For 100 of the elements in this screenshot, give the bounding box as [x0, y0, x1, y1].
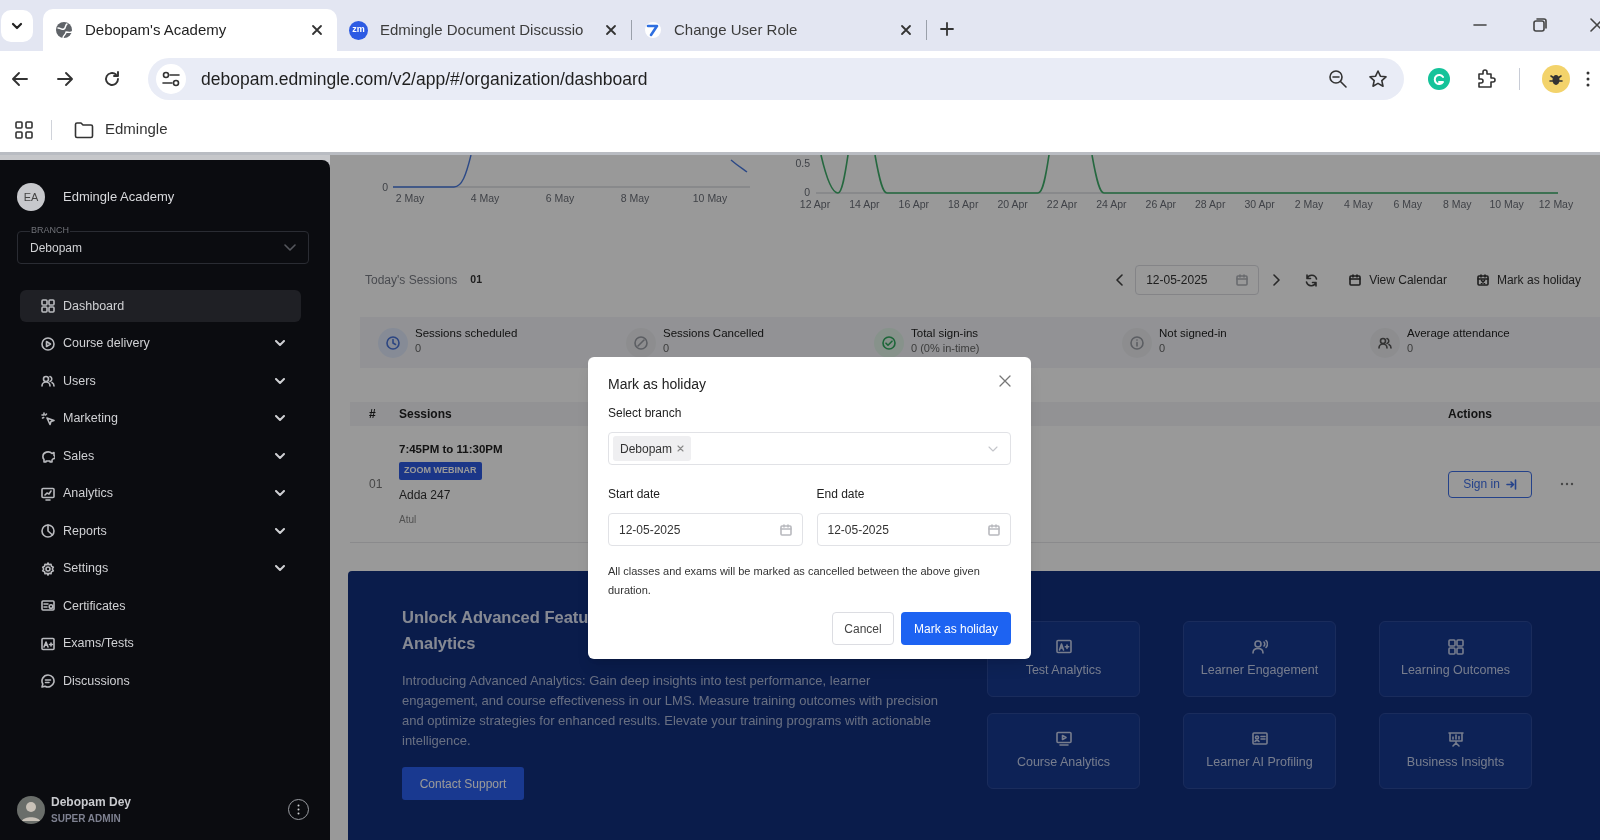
zoom-icon[interactable]: [1328, 69, 1348, 89]
nav-item[interactable]: Analytics: [20, 477, 301, 510]
url-text: debopam.edmingle.com/v2/app/#/organization/dashboard: [201, 67, 649, 91]
banner-description: Introducing Advanced Analytics: Gain deep insights into test performance, learner engagement, and course effectiveness in our LMS. Measure training outcomes with precision and optimize strategies for enhanced results. Elevate your training programs with actionable intelligence.: [402, 672, 939, 750]
apps-grid-icon[interactable]: [15, 120, 33, 139]
field-label: End date: [816, 486, 866, 503]
section-title: Today's Sessions: [365, 272, 458, 289]
browser-tab[interactable]: zm Edmingle Document Discussio: [337, 9, 631, 51]
folder-icon: [74, 120, 94, 139]
date-field[interactable]: 12-05-2025: [816, 513, 1011, 546]
tab-list-button[interactable]: [1, 10, 33, 42]
nav-item[interactable]: Sales: [20, 440, 301, 472]
chevron-left-icon: [1115, 274, 1124, 286]
toolbar-link[interactable]: Mark as holiday: [1476, 271, 1581, 289]
nav-item[interactable]: Exams/Tests: [20, 627, 301, 660]
contact-support-button[interactable]: Contact Support: [402, 767, 524, 800]
restore-button[interactable]: [1530, 17, 1550, 33]
stat-value: 0: [1407, 341, 1415, 355]
feature-card[interactable]: Course Analytics: [987, 713, 1140, 789]
stat-value: 0 (0% in-time): [911, 341, 980, 355]
kebab-icon[interactable]: [1585, 70, 1591, 88]
arrow-left-icon: [11, 70, 29, 88]
close-icon: [999, 374, 1011, 387]
nav-item[interactable]: Certificates: [20, 590, 301, 622]
address-bar[interactable]: debopam.edmingle.com/v2/app/#/organization/dashboard: [148, 58, 1404, 100]
axis-label: 0: [382, 181, 388, 193]
chevron-down-icon: [275, 340, 285, 347]
video-screen-icon: [1055, 730, 1072, 747]
tab-favicon: zm: [349, 20, 368, 40]
g-icon: [1433, 73, 1445, 85]
clock-icon: [386, 335, 400, 350]
stat-label: Average attendance: [1407, 326, 1510, 340]
tab-title: Change User Role: [674, 19, 799, 40]
nav-item[interactable]: Users: [20, 365, 301, 397]
toolbar-link[interactable]: View Calendar: [1349, 271, 1447, 289]
users-icon: [1378, 335, 1392, 350]
axis-label: 28 Apr: [1195, 198, 1226, 210]
confirm-button[interactable]: Mark as holiday: [901, 612, 1011, 645]
refresh-button[interactable]: [1303, 272, 1320, 288]
cancel-button[interactable]: Cancel: [832, 612, 894, 645]
cancel-circle-icon: [634, 335, 648, 350]
feature-card[interactable]: Learner Engagement: [1183, 621, 1336, 697]
axis-label: 2 May: [1294, 198, 1324, 210]
close-icon: [900, 24, 912, 36]
nav-item[interactable]: Course delivery: [20, 327, 301, 360]
modal-title: Mark as holiday: [608, 375, 707, 394]
calendar-cross-icon: [1476, 274, 1489, 286]
check-circle-icon: [882, 335, 896, 350]
tab-title: Debopam's Academy: [85, 19, 228, 40]
calendar-icon: [1236, 274, 1249, 286]
stat-label: Sessions Cancelled: [663, 326, 764, 340]
axis-label: 2 May: [395, 192, 425, 204]
nav-item[interactable]: Reports: [20, 515, 301, 547]
field-label: Select branch: [608, 405, 683, 422]
column-header: Actions: [1448, 406, 1492, 423]
stat-value: 0: [415, 341, 423, 355]
minimize-icon: [1473, 24, 1487, 26]
star-icon[interactable]: [1368, 69, 1388, 89]
bookmark-folder[interactable]: Edmingle: [74, 118, 168, 141]
column-header: #: [369, 406, 376, 423]
remove-icon[interactable]: [677, 445, 685, 452]
axis-label: 8 May: [1442, 198, 1472, 210]
feature-card[interactable]: Learning Outcomes: [1379, 621, 1532, 697]
branch-chip: Debopam: [613, 436, 692, 461]
piggy-bank-icon: [41, 449, 55, 463]
org-name: Edmingle Academy: [63, 188, 175, 207]
site-info-button[interactable]: [156, 64, 186, 94]
play-circle-icon: [41, 336, 55, 351]
more-horizontal-icon[interactable]: [1560, 482, 1574, 486]
field-label: Start date: [608, 486, 662, 503]
chevron-down-icon: [275, 527, 285, 535]
cursor-click-icon: [41, 411, 55, 426]
feature-card[interactable]: Business Insights: [1379, 713, 1532, 789]
date-field[interactable]: 12-05-2025: [608, 513, 803, 546]
stat-label: Sessions scheduled: [415, 326, 518, 340]
user-role: SUPER ADMIN: [51, 812, 122, 826]
browser-tab[interactable]: Change User Role: [632, 9, 926, 51]
close-icon: [1590, 18, 1600, 32]
presentation-chart-icon: [1447, 730, 1464, 747]
profile-avatar[interactable]: [1542, 65, 1570, 93]
puzzle-icon[interactable]: [1475, 68, 1497, 90]
calendar-icon: [779, 523, 792, 536]
close-window-button[interactable]: [1590, 17, 1600, 33]
feature-card[interactable]: Learner AI Profiling: [1183, 713, 1336, 789]
axis-label: 12 May: [1538, 198, 1574, 210]
axis-label: 4 May: [470, 192, 500, 204]
branch-select[interactable]: Debopam: [608, 432, 1011, 465]
date-field[interactable]: 12-05-2025: [1135, 265, 1260, 295]
tab-title: Edmingle Document Discussio: [380, 19, 585, 40]
nav-item[interactable]: Marketing: [20, 402, 301, 435]
certificate-icon: [41, 599, 55, 613]
nav-item[interactable]: Dashboard: [20, 290, 301, 322]
chat-bubble-icon: [41, 674, 55, 688]
grid-icon: [1447, 638, 1464, 655]
user-name: Debopam Dey: [51, 794, 133, 811]
reload-icon: [103, 70, 121, 88]
nav-item[interactable]: Settings: [20, 552, 301, 585]
browser-tab[interactable]: Debopam's Academy: [43, 9, 337, 51]
nav-item[interactable]: Discussions: [20, 665, 301, 697]
chart-screen-icon: [41, 486, 55, 501]
